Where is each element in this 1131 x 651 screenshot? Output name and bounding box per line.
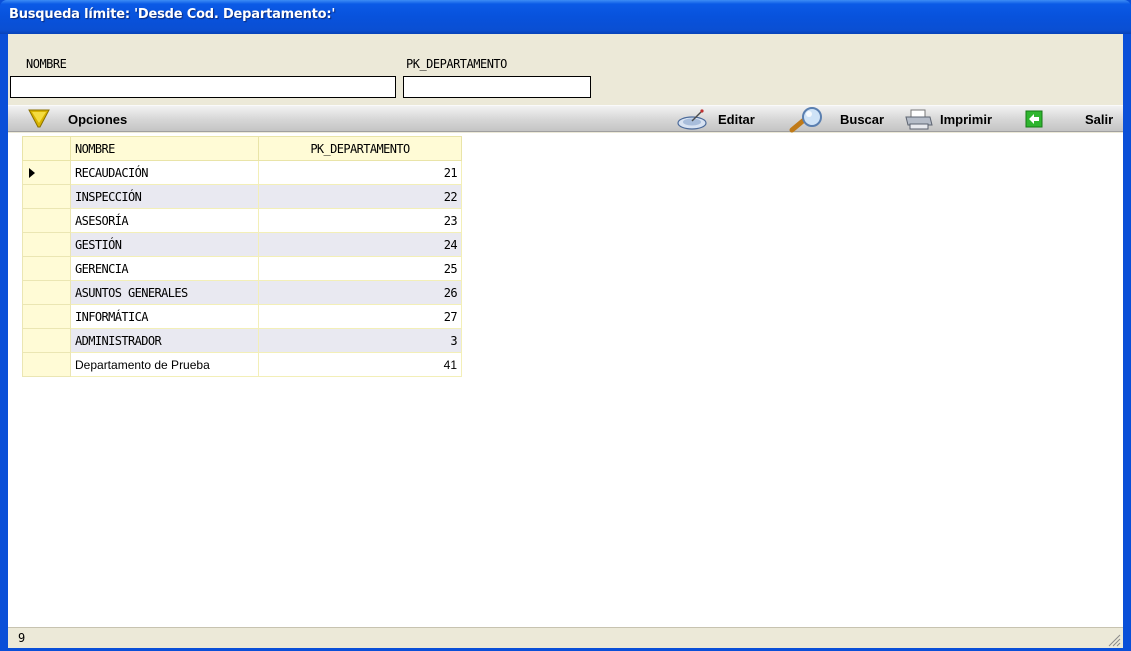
table-row[interactable]: ASUNTOS GENERALES 26 <box>22 280 462 305</box>
magnifier-icon[interactable] <box>788 106 828 133</box>
table-row[interactable]: INSPECCIÓN 22 <box>22 184 462 209</box>
satellite-dish-icon[interactable] <box>676 108 712 130</box>
table-row[interactable]: GERENCIA 25 <box>22 256 462 281</box>
cell-pk-departamento[interactable]: 22 <box>258 184 462 209</box>
table-row[interactable]: INFORMÁTICA 27 <box>22 304 462 329</box>
pk-departamento-label: PK_DEPARTAMENTO <box>406 57 507 71</box>
options-button[interactable]: Opciones <box>68 112 127 127</box>
pk-departamento-input[interactable] <box>403 76 591 98</box>
edit-button[interactable]: Editar <box>718 112 755 127</box>
cell-nombre[interactable]: INFORMÁTICA <box>70 304 259 329</box>
nombre-input[interactable] <box>10 76 396 98</box>
row-indicator[interactable] <box>22 160 71 185</box>
funnel-icon[interactable] <box>28 109 50 129</box>
table-row[interactable]: ASESORÍA 23 <box>22 208 462 233</box>
cell-pk-departamento[interactable]: 23 <box>258 208 462 233</box>
table-row[interactable]: RECAUDACIÓN 21 <box>22 160 462 185</box>
cell-pk-departamento[interactable]: 3 <box>258 328 462 353</box>
cell-nombre[interactable]: ASESORÍA <box>70 208 259 233</box>
row-indicator[interactable] <box>22 256 71 281</box>
column-header-pk-departamento[interactable]: PK_DEPARTAMENTO <box>258 136 462 161</box>
resize-grip-icon[interactable] <box>1107 633 1121 647</box>
cell-nombre[interactable]: Departamento de Prueba <box>70 352 259 377</box>
title-bar[interactable]: Busqueda límite: 'Desde Cod. Departament… <box>0 0 1131 34</box>
column-header-nombre[interactable]: NOMBRE <box>70 136 259 161</box>
cell-pk-departamento[interactable]: 26 <box>258 280 462 305</box>
cell-nombre[interactable]: GESTIÓN <box>70 232 259 257</box>
cell-nombre[interactable]: ADMINISTRADOR <box>70 328 259 353</box>
row-indicator[interactable] <box>22 280 71 305</box>
cell-nombre[interactable]: RECAUDACIÓN <box>70 160 259 185</box>
cell-nombre[interactable]: GERENCIA <box>70 256 259 281</box>
results-grid: NOMBRE PK_DEPARTAMENTO RECAUDACIÓN 21 IN… <box>22 136 462 377</box>
exit-door-icon[interactable] <box>1025 110 1043 128</box>
record-count: 9 <box>18 631 26 645</box>
cell-pk-departamento[interactable]: 21 <box>258 160 462 185</box>
row-indicator[interactable] <box>22 304 71 329</box>
table-row[interactable]: Departamento de Prueba 41 <box>22 352 462 377</box>
cell-pk-departamento[interactable]: 24 <box>258 232 462 257</box>
row-indicator[interactable] <box>22 232 71 257</box>
search-window: Busqueda límite: 'Desde Cod. Departament… <box>0 0 1131 651</box>
cell-pk-departamento[interactable]: 41 <box>258 352 462 377</box>
search-button[interactable]: Buscar <box>840 112 884 127</box>
grid-header-row: NOMBRE PK_DEPARTAMENTO <box>22 136 462 161</box>
nombre-label: NOMBRE <box>26 57 67 71</box>
window-title: Busqueda límite: 'Desde Cod. Departament… <box>9 7 336 22</box>
print-button[interactable]: Imprimir <box>940 112 992 127</box>
results-grid-area: NOMBRE PK_DEPARTAMENTO RECAUDACIÓN 21 IN… <box>8 133 1123 627</box>
cell-nombre[interactable]: INSPECCIÓN <box>70 184 259 209</box>
row-indicator[interactable] <box>22 352 71 377</box>
row-indicator-header <box>22 136 71 161</box>
table-row[interactable]: GESTIÓN 24 <box>22 232 462 257</box>
current-row-pointer-icon <box>29 168 35 178</box>
cell-pk-departamento[interactable]: 27 <box>258 304 462 329</box>
status-bar: 9 <box>8 627 1123 648</box>
exit-button[interactable]: Salir <box>1085 112 1113 127</box>
row-indicator[interactable] <box>22 328 71 353</box>
table-row[interactable]: ADMINISTRADOR 3 <box>22 328 462 353</box>
printer-icon[interactable] <box>904 109 934 131</box>
cell-pk-departamento[interactable]: 25 <box>258 256 462 281</box>
toolbar: Opciones Editar Buscar Imprimir Salir <box>8 105 1123 133</box>
cell-nombre[interactable]: ASUNTOS GENERALES <box>70 280 259 305</box>
row-indicator[interactable] <box>22 184 71 209</box>
row-indicator[interactable] <box>22 208 71 233</box>
